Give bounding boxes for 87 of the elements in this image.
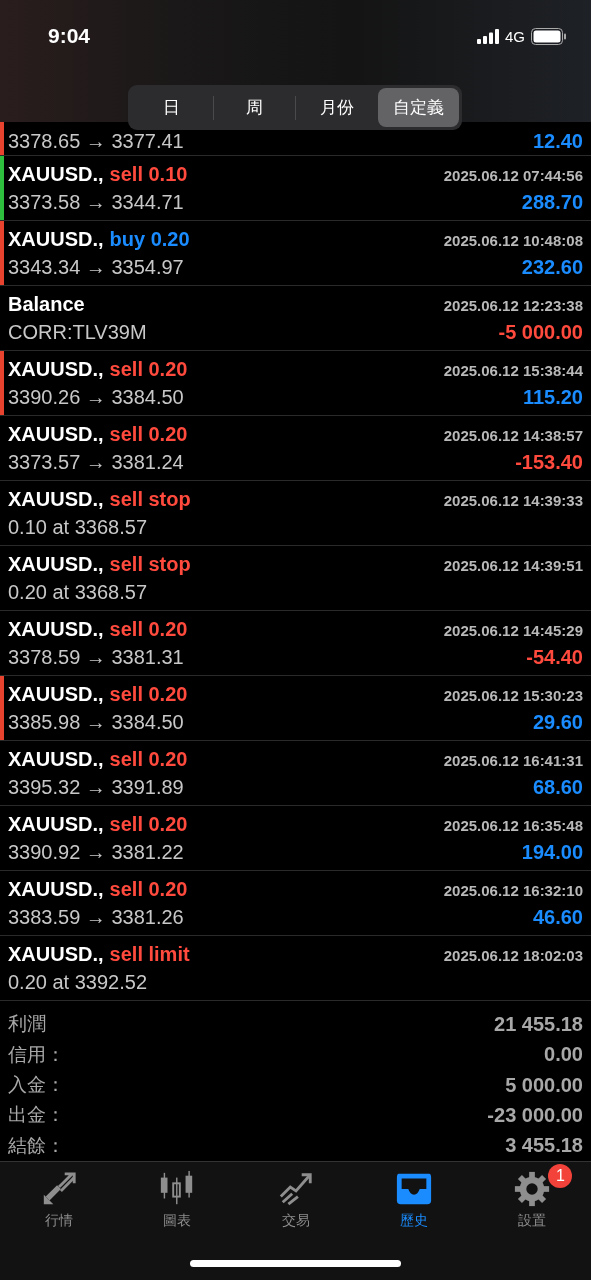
price-detail: 3385.98 → 3384.50 [8,710,184,734]
price-detail: 3343.34 → 3354.97 [8,255,184,279]
profit-value: 12.40 [532,130,583,153]
trade-action: sell 0.20 [109,357,188,381]
trade-action: sell 0.20 [109,617,188,641]
trade-action: sell stop [109,487,191,511]
summary-label: 信用： [8,1041,65,1067]
trade-time: 2025.06.12 16:32:10 [443,881,583,899]
period-tab[interactable]: 周 [213,88,295,127]
trade-action: sell 0.20 [109,682,188,706]
trade-action: sell 0.20 [109,747,188,771]
profit-value: 68.60 [532,775,583,799]
price-detail: 0.20 at 3368.57 [8,580,147,604]
price-detail: 3390.92 → 3381.22 [8,840,184,864]
symbol-label: XAUUSD., [8,747,104,771]
profit-value: 194.00 [521,840,583,864]
tab-bar-item[interactable]: 圖表 [118,1164,237,1230]
price-detail: 3383.59 → 3381.26 [8,905,184,929]
summary-value: 21 455.18 [494,1012,583,1036]
symbol-label: XAUUSD., [8,162,104,186]
price-detail: 3373.57 → 3381.24 [8,450,184,474]
price-detail: 0.20 at 3392.52 [8,970,147,994]
symbol-label: XAUUSD., [8,227,104,251]
symbol-label: XAUUSD., [8,422,104,446]
trade-action: buy 0.20 [109,227,190,251]
notification-badge: 1 [548,1164,573,1188]
period-tab[interactable]: 日 [131,88,213,127]
summary-value: 0.00 [544,1043,583,1067]
status-time: 9:04 [48,24,92,48]
profit-value: 288.70 [521,190,583,214]
profit-value: -5 000.00 [498,320,583,344]
symbol-label: XAUUSD., [8,682,104,706]
period-tab[interactable]: 自定義 [377,88,459,127]
summary-value: -23 000.00 [487,1103,583,1127]
tab-bar-item[interactable]: 設置 1 [472,1164,591,1230]
symbol-label: XAUUSD., [8,487,104,511]
symbol-label: XAUUSD., [8,617,104,641]
summary-value: 5 000.00 [505,1073,583,1097]
tab-bar-item[interactable]: 交易 [236,1164,355,1230]
trade-action: sell 0.20 [109,422,188,446]
trade-time: 2025.06.12 14:38:57 [443,426,583,444]
trade-action: sell stop [109,552,191,576]
profit-value: 46.60 [532,905,583,929]
trade-action: sell 0.20 [109,812,188,836]
trade-time: 2025.06.12 14:39:33 [443,491,583,509]
signal-icon [477,28,499,44]
price-detail: 3395.32 → 3391.89 [8,775,184,799]
profit-value: -153.40 [515,450,583,474]
profit-value: -54.40 [526,645,583,669]
symbol-label: XAUUSD., [8,812,104,836]
tab-bar-item[interactable]: 行情 [0,1164,119,1230]
trade-time: 2025.06.12 15:30:23 [443,686,583,704]
profit-value: 29.60 [532,710,583,734]
summary-label: 利潤 [8,1011,46,1037]
price-detail: 3378.65 → 3377.41 [8,130,184,153]
price-detail: 0.10 at 3368.57 [8,515,147,539]
trade-time: 2025.06.12 16:35:48 [443,816,583,834]
trade-action: sell 0.10 [109,162,188,186]
operation-type: Balance [8,292,85,316]
symbol-label: XAUUSD., [8,877,104,901]
comment-text: CORR:TLV39M [8,320,147,344]
profit-value: 232.60 [521,255,583,279]
price-detail: 3378.59 → 3381.31 [8,645,184,669]
price-detail: 3390.26 → 3384.50 [8,385,184,409]
trade-action: sell limit [109,942,190,966]
battery-icon [531,27,567,45]
summary-label: 結餘： [8,1132,65,1158]
trade-action: sell 0.20 [109,877,188,901]
tab-bar-item[interactable]: 歷史 [354,1164,473,1230]
trade-time: 2025.06.12 10:48:08 [443,231,583,249]
symbol-label: XAUUSD., [8,552,104,576]
trade-time: 2025.06.12 12:23:38 [443,296,583,314]
trade-time: 2025.06.12 14:45:29 [443,621,583,639]
summary-label: 入金： [8,1072,65,1097]
network-label: 4G [505,27,525,45]
trade-time: 2025.06.12 18:02:03 [443,946,583,964]
symbol-label: XAUUSD., [8,357,104,381]
price-detail: 3373.58 → 3344.71 [8,190,184,214]
trade-time: 2025.06.12 07:44:56 [443,166,583,184]
symbol-label: XAUUSD., [8,942,104,966]
trade-time: 2025.06.12 14:39:51 [443,556,583,574]
summary-value: 3 455.18 [505,1134,583,1158]
trade-time: 2025.06.12 15:38:44 [443,361,583,379]
period-tab[interactable]: 月份 [296,88,378,127]
trade-time: 2025.06.12 16:41:31 [443,751,583,769]
summary-label: 出金： [8,1102,65,1128]
profit-value: 115.20 [522,385,583,409]
